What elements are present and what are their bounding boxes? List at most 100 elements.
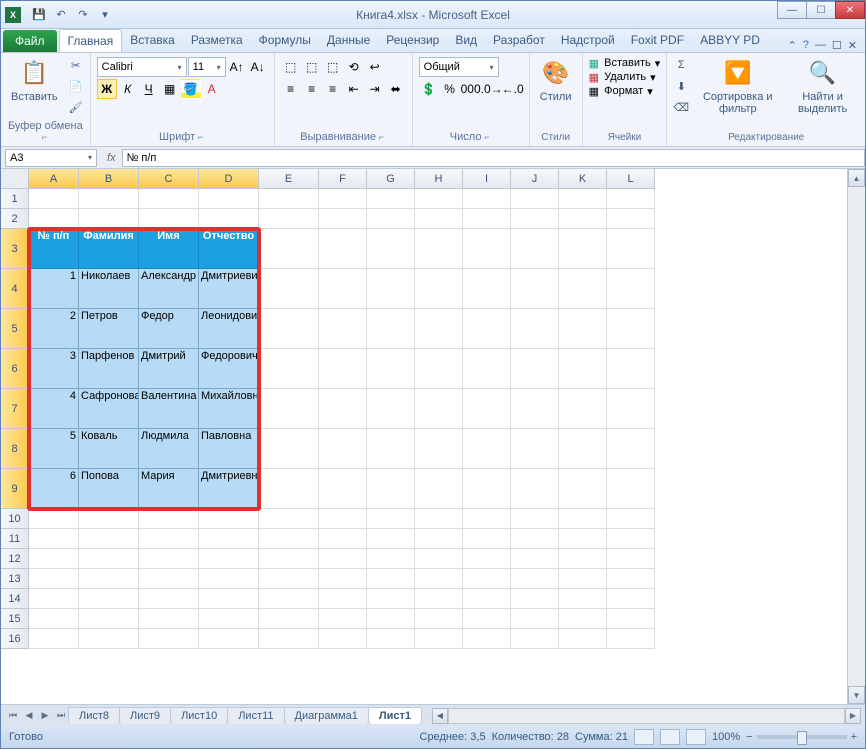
cell-L5[interactable]	[607, 309, 655, 349]
sheet-nav-last[interactable]: ⏭	[53, 708, 69, 724]
cell-B6[interactable]: Парфенов	[79, 349, 139, 389]
ribbon-tab-главная[interactable]: Главная	[59, 29, 123, 52]
number-dialog-launcher[interactable]: ⌐	[484, 132, 491, 142]
cell-D5[interactable]: Леонидович	[199, 309, 259, 349]
cell-A1[interactable]	[29, 189, 79, 209]
cell-K8[interactable]	[559, 429, 607, 469]
ribbon-tab-формулы[interactable]: Формулы	[251, 29, 319, 52]
ribbon-tab-разметка[interactable]: Разметка	[183, 29, 251, 52]
shrink-font-button[interactable]: A↓	[248, 57, 268, 77]
cell-L11[interactable]	[607, 529, 655, 549]
fill-button[interactable]: ⬇	[671, 76, 691, 96]
cell-J6[interactable]	[511, 349, 559, 389]
sort-filter-button[interactable]: 🔽 Сортировка и фильтр	[693, 55, 782, 117]
cell-H3[interactable]	[415, 229, 463, 269]
grow-font-button[interactable]: A↑	[227, 57, 247, 77]
cell-F1[interactable]	[319, 189, 367, 209]
cell-B4[interactable]: Николаев	[79, 269, 139, 309]
view-break-button[interactable]	[686, 729, 706, 745]
sheet-nav-first[interactable]: ⏮	[5, 708, 21, 724]
align-top-button[interactable]: ⬚	[281, 57, 301, 77]
cell-H1[interactable]	[415, 189, 463, 209]
cell-C10[interactable]	[139, 509, 199, 529]
cell-H4[interactable]	[415, 269, 463, 309]
cell-B14[interactable]	[79, 589, 139, 609]
formula-input[interactable]: № п/п	[122, 149, 865, 167]
indent-dec-button[interactable]: ⇤	[344, 79, 364, 99]
cell-B16[interactable]	[79, 629, 139, 649]
zoom-control[interactable]: − +	[746, 731, 857, 743]
col-header-D[interactable]: D	[199, 169, 259, 189]
sheet-nav-prev[interactable]: ◀	[21, 708, 37, 724]
cell-B12[interactable]	[79, 549, 139, 569]
cell-G12[interactable]	[367, 549, 415, 569]
cell-G2[interactable]	[367, 209, 415, 229]
cell-C14[interactable]	[139, 589, 199, 609]
cell-D10[interactable]	[199, 509, 259, 529]
cell-I4[interactable]	[463, 269, 511, 309]
zoom-slider[interactable]	[757, 735, 847, 739]
cell-F8[interactable]	[319, 429, 367, 469]
cell-H6[interactable]	[415, 349, 463, 389]
cell-I16[interactable]	[463, 629, 511, 649]
vertical-scrollbar[interactable]: ▲ ▼	[847, 169, 865, 704]
cell-C4[interactable]: Александр	[139, 269, 199, 309]
file-tab[interactable]: Файл	[3, 30, 57, 52]
sheet-tab-Лист8[interactable]: Лист8	[68, 707, 120, 724]
cell-E9[interactable]	[259, 469, 319, 509]
save-button[interactable]: 💾	[29, 5, 49, 25]
dec-decimal-button[interactable]: ←.0	[503, 79, 523, 99]
doc-close-icon[interactable]: ✕	[848, 39, 857, 52]
find-select-button[interactable]: 🔍 Найти и выделить	[784, 55, 861, 117]
cell-H10[interactable]	[415, 509, 463, 529]
col-header-L[interactable]: L	[607, 169, 655, 189]
cell-H9[interactable]	[415, 469, 463, 509]
cell-A5[interactable]: 2	[29, 309, 79, 349]
cell-J14[interactable]	[511, 589, 559, 609]
minimize-button[interactable]: —	[777, 1, 807, 19]
cell-G8[interactable]	[367, 429, 415, 469]
merge-button[interactable]: ⬌	[386, 79, 406, 99]
help-icon[interactable]: ?	[803, 39, 809, 52]
cell-J12[interactable]	[511, 549, 559, 569]
cell-F11[interactable]	[319, 529, 367, 549]
cell-E10[interactable]	[259, 509, 319, 529]
ribbon-tab-вставка[interactable]: Вставка	[122, 29, 183, 52]
cell-B1[interactable]	[79, 189, 139, 209]
cell-E1[interactable]	[259, 189, 319, 209]
cell-C8[interactable]: Людмила	[139, 429, 199, 469]
redo-button[interactable]: ↷	[73, 5, 93, 25]
row-header-9[interactable]: 9	[1, 469, 29, 509]
cell-I7[interactable]	[463, 389, 511, 429]
cell-F5[interactable]	[319, 309, 367, 349]
format-painter-button[interactable]: 🖌	[66, 97, 86, 117]
cell-L15[interactable]	[607, 609, 655, 629]
cell-E5[interactable]	[259, 309, 319, 349]
cell-I6[interactable]	[463, 349, 511, 389]
cell-A8[interactable]: 5	[29, 429, 79, 469]
cell-A4[interactable]: 1	[29, 269, 79, 309]
col-header-G[interactable]: G	[367, 169, 415, 189]
cell-I9[interactable]	[463, 469, 511, 509]
inc-decimal-button[interactable]: .0→	[482, 79, 502, 99]
cell-L6[interactable]	[607, 349, 655, 389]
cell-E7[interactable]	[259, 389, 319, 429]
row-header-11[interactable]: 11	[1, 529, 29, 549]
cell-L9[interactable]	[607, 469, 655, 509]
cell-K12[interactable]	[559, 549, 607, 569]
cell-I5[interactable]	[463, 309, 511, 349]
cell-L4[interactable]	[607, 269, 655, 309]
autosum-button[interactable]: Σ	[671, 55, 691, 75]
cell-J4[interactable]	[511, 269, 559, 309]
row-header-8[interactable]: 8	[1, 429, 29, 469]
scroll-down-button[interactable]: ▼	[848, 686, 865, 704]
align-right-button[interactable]: ≡	[323, 79, 343, 99]
view-normal-button[interactable]	[634, 729, 654, 745]
cell-D9[interactable]: Дмитриевна	[199, 469, 259, 509]
cell-K2[interactable]	[559, 209, 607, 229]
cell-D15[interactable]	[199, 609, 259, 629]
cell-H16[interactable]	[415, 629, 463, 649]
font-color-button[interactable]: A	[202, 79, 222, 99]
maximize-button[interactable]: ☐	[806, 1, 836, 19]
cell-G16[interactable]	[367, 629, 415, 649]
